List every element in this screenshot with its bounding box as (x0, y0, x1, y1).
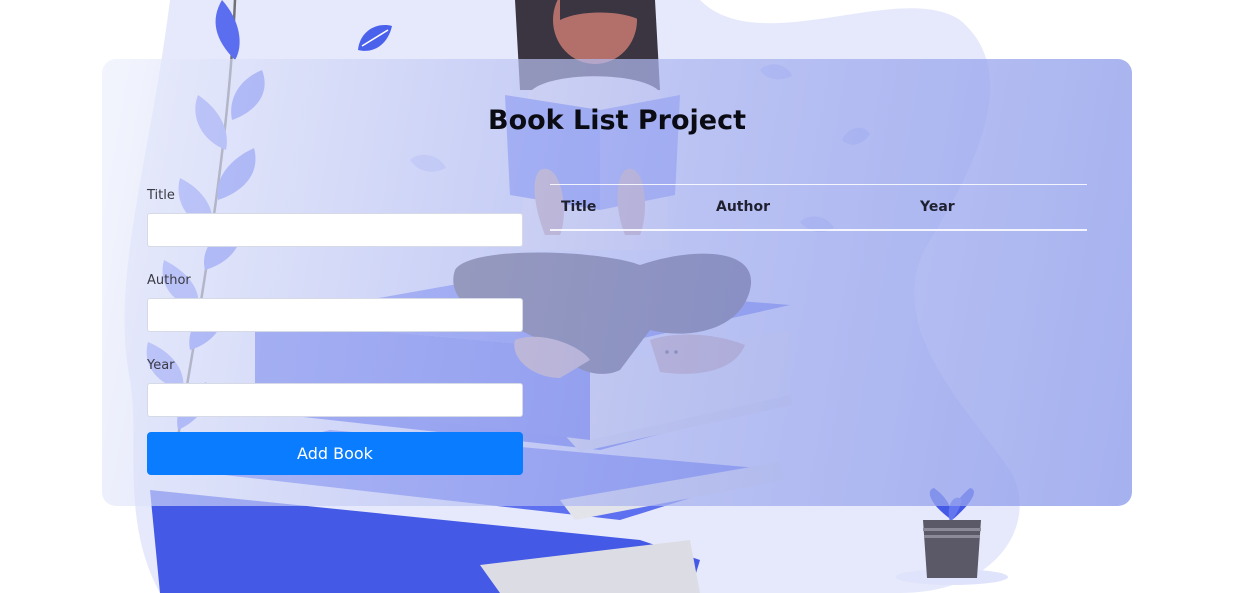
add-book-button[interactable]: Add Book (147, 432, 523, 475)
app-page: Book List Project Title Author Year Add … (0, 0, 1234, 593)
column-header-year: Year (909, 184, 1087, 231)
title-label: Title (147, 188, 175, 203)
title-input[interactable] (147, 213, 523, 247)
page-title: Book List Project (487, 105, 746, 136)
header-row: Title Author Year (550, 184, 1087, 231)
column-header-title: Title (550, 184, 705, 231)
add-book-form: Title Author Year Add Book (147, 186, 523, 475)
book-list: Title Author Year (550, 184, 1087, 231)
book-table-header: Title Author Year (550, 184, 1087, 231)
year-input[interactable] (147, 383, 523, 417)
book-table: Title Author Year (550, 184, 1087, 231)
author-input[interactable] (147, 298, 523, 332)
column-header-author: Author (705, 184, 909, 231)
year-label: Year (147, 358, 175, 373)
author-label: Author (147, 273, 191, 288)
